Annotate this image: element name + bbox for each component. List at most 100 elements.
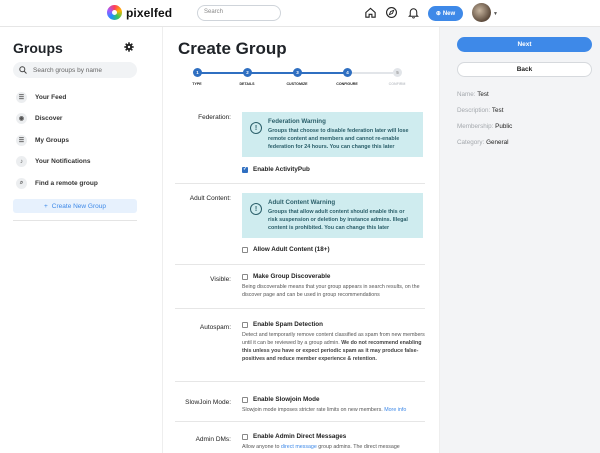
enable-admin-dm-label: Enable Admin Direct Messages <box>253 433 347 440</box>
sidebar-item-discover[interactable]: ◉ Discover <box>16 113 62 124</box>
progress-steps: 1 2 3 4 5 TYPE DETAILS CUSTOMIZE CONFIGU… <box>192 68 406 90</box>
chevron-down-icon[interactable]: ▼ <box>493 11 498 17</box>
create-group-form: Create Group 1 2 3 4 5 TYPE DETAILS CUST… <box>162 27 440 453</box>
summary-value: Public <box>495 123 513 130</box>
avatar[interactable] <box>472 3 491 22</box>
allow-adult-content-label: Allow Adult Content (18+) <box>253 246 330 253</box>
search-icon <box>19 66 27 74</box>
step-5-label: CONFIRM <box>388 82 406 86</box>
sidebar-item-notifications[interactable]: ♪ Your Notifications <box>16 156 91 167</box>
checkbox-checked[interactable] <box>242 166 248 173</box>
federation-warning: ! Federation Warning Groups that choose … <box>242 112 423 157</box>
federation-body: ! Federation Warning Groups that choose … <box>242 112 428 173</box>
list-icon: ☰ <box>16 135 27 146</box>
step-progress-line <box>198 72 348 74</box>
bell-icon[interactable] <box>407 6 420 19</box>
enable-spam-detection-label: Enable Spam Detection <box>253 321 323 328</box>
admin-dms-label: Admin DMs: <box>195 436 231 443</box>
summary-category: Category: General <box>457 139 508 146</box>
step-3-label: CUSTOMIZE <box>286 82 308 86</box>
step-5-dot: 5 <box>393 68 402 77</box>
admin-dms-body: Enable Admin Direct Messages Allow anyon… <box>242 433 428 451</box>
federation-warning-text: Groups that choose to disable federation… <box>268 128 409 150</box>
visible-description: Being discoverable means that your group… <box>242 284 420 298</box>
sidebar-item-label: Your Notifications <box>35 158 91 165</box>
list-icon: ☰ <box>16 92 27 103</box>
sidebar-item-label: Discover <box>35 115 63 122</box>
step-4-dot: 4 <box>343 68 352 77</box>
step-2-dot: 2 <box>243 68 252 77</box>
summary-name: Name: Test <box>457 91 489 98</box>
section-divider <box>175 264 425 265</box>
pixelfed-logo-icon <box>107 5 122 20</box>
groups-sidebar: Groups Search groups by name ☰ Your Feed… <box>0 27 150 453</box>
search-input[interactable]: Search <box>197 5 281 21</box>
compass-icon[interactable] <box>385 6 398 19</box>
enable-slowjoin-label: Enable Slowjoin Mode <box>253 396 320 403</box>
section-divider <box>175 183 425 184</box>
enable-activitypub-label: Enable ActivityPub <box>253 166 310 173</box>
slowjoin-desc-text: Slowjoin mode imposes stricter rate limi… <box>242 407 383 413</box>
page-title: Create Group <box>178 39 287 58</box>
next-button[interactable]: Next <box>457 37 592 52</box>
summary-value: Test <box>491 107 504 114</box>
create-new-group-label: Create New Group <box>51 202 106 210</box>
search-icon: ⌕ <box>16 178 27 189</box>
checkbox-unchecked[interactable] <box>242 246 248 253</box>
step-1-label: TYPE <box>192 82 202 86</box>
alert-circle-icon: ! <box>250 122 262 134</box>
step-4-label: CONFIGURE <box>336 82 358 86</box>
sidebar-title: Groups <box>13 40 63 56</box>
enable-activitypub-checkbox[interactable]: Enable ActivityPub <box>242 166 428 173</box>
top-bar: pixelfed Search ⊕ New ▼ <box>0 0 600 27</box>
admin-dms-desc-post: group admins. The direct message <box>318 444 400 450</box>
section-divider <box>175 308 425 309</box>
group-search-placeholder: Search groups by name <box>33 66 103 74</box>
checkbox-unchecked[interactable] <box>242 396 248 403</box>
sidebar-item-your-feed[interactable]: ☰ Your Feed <box>16 92 66 103</box>
create-new-group-button[interactable]: + Create New Group <box>13 199 137 213</box>
home-icon[interactable] <box>364 6 377 19</box>
federation-label: Federation: <box>198 114 231 121</box>
enable-slowjoin-checkbox[interactable]: Enable Slowjoin Mode <box>242 396 428 403</box>
plus-circle-icon: ⊕ <box>435 11 441 17</box>
new-post-button[interactable]: ⊕ New <box>428 6 463 21</box>
summary-key: Category: <box>457 139 485 146</box>
enable-spam-detection-checkbox[interactable]: Enable Spam Detection <box>242 321 428 328</box>
checkbox-unchecked[interactable] <box>242 273 248 280</box>
checkbox-unchecked[interactable] <box>242 321 248 328</box>
checkbox-unchecked[interactable] <box>242 433 248 440</box>
step-2-label: DETAILS <box>239 82 255 86</box>
enable-admin-dm-checkbox[interactable]: Enable Admin Direct Messages <box>242 433 428 440</box>
admin-dms-description: Allow anyone to direct message group adm… <box>242 443 428 451</box>
sidebar-item-label: Your Feed <box>35 94 67 101</box>
sidebar-item-find-remote-group[interactable]: ⌕ Find a remote group <box>16 178 98 189</box>
sidebar-item-my-groups[interactable]: ☰ My Groups <box>16 135 69 146</box>
plus-icon: + <box>44 202 48 210</box>
summary-value: Test <box>477 91 489 98</box>
slowjoin-description: Slowjoin mode imposes stricter rate limi… <box>242 406 428 414</box>
summary-value: General <box>486 139 509 146</box>
sidebar-item-label: Find a remote group <box>35 180 98 187</box>
visible-body: Make Group Discoverable Being discoverab… <box>242 273 428 299</box>
make-discoverable-label: Make Group Discoverable <box>253 273 331 280</box>
alert-circle-icon: ! <box>250 203 262 215</box>
make-discoverable-checkbox[interactable]: Make Group Discoverable <box>242 273 428 280</box>
visible-label: Visible: <box>210 276 231 283</box>
group-search-input[interactable]: Search groups by name <box>13 62 137 78</box>
federation-warning-title: Federation Warning <box>268 118 326 125</box>
direct-message-link[interactable]: direct message <box>281 444 317 450</box>
allow-adult-content-checkbox[interactable]: Allow Adult Content (18+) <box>242 246 428 253</box>
summary-panel: Next Back Name: Test Description: Test M… <box>440 27 600 453</box>
autospam-body: Enable Spam Detection Detect and tempora… <box>242 321 428 363</box>
summary-key: Membership: <box>457 123 494 130</box>
new-button-label: New <box>442 10 456 17</box>
brand-logo[interactable]: pixelfed <box>107 5 172 20</box>
adult-content-label: Adult Content: <box>189 195 231 202</box>
adult-content-warning-title: Adult Content Warning <box>268 199 336 206</box>
more-info-link[interactable]: More info <box>384 407 406 413</box>
gear-icon[interactable] <box>124 42 134 52</box>
back-button[interactable]: Back <box>457 62 592 77</box>
slowjoin-label: SlowJoin Mode: <box>185 399 231 406</box>
adult-content-warning-text: Groups that allow adult content should e… <box>268 209 408 231</box>
